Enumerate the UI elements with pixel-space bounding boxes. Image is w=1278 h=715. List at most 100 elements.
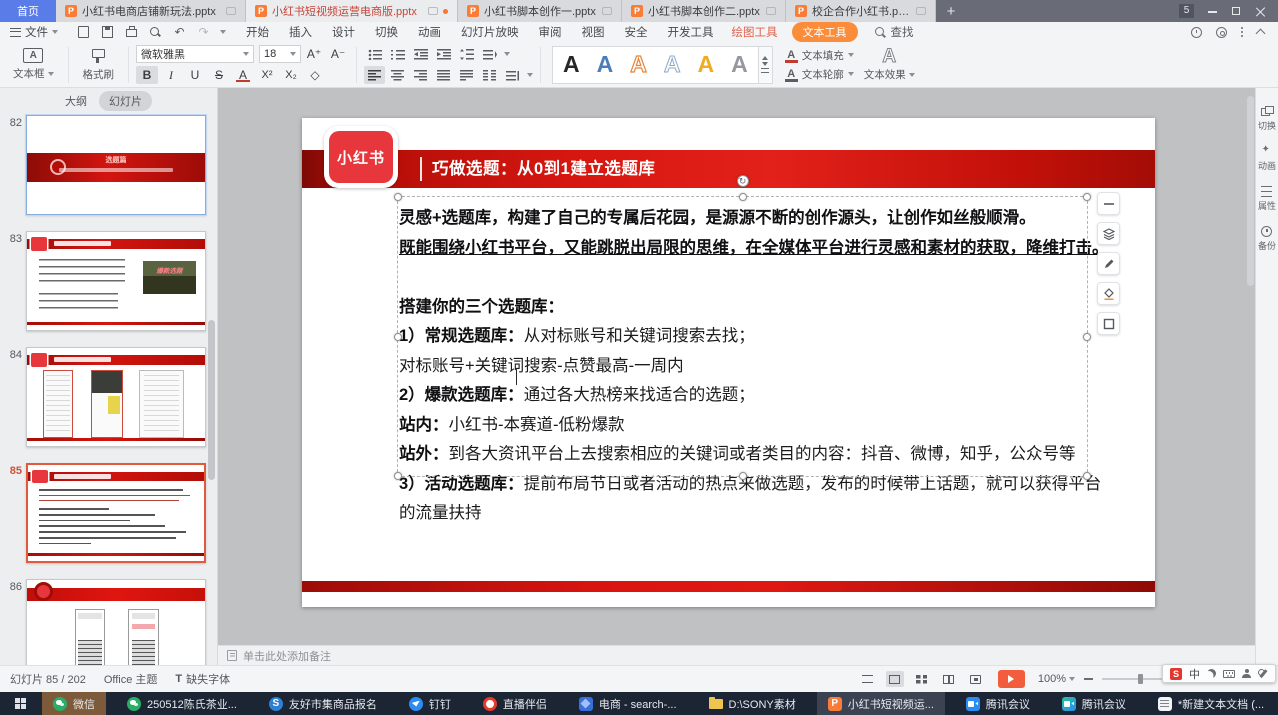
- resize-handle-top-center[interactable]: [739, 193, 747, 201]
- taskbar-item[interactable]: *新建文本文档 (...: [1147, 692, 1275, 715]
- text-direction-button[interactable]: [479, 45, 500, 63]
- slides-tab[interactable]: 幻灯片: [99, 91, 152, 111]
- strikethrough-button[interactable]: S: [208, 66, 230, 84]
- slide-thumbnail[interactable]: [26, 347, 206, 447]
- redo-icon[interactable]: ↷: [196, 25, 211, 39]
- backup-panel-button[interactable]: 备份: [1258, 226, 1276, 252]
- paragraph-settings-button[interactable]: [502, 66, 523, 84]
- align-left-button[interactable]: [364, 66, 385, 84]
- ribbon-tab[interactable]: 开始: [236, 24, 279, 40]
- chevron-down-icon[interactable]: [527, 73, 533, 77]
- print-icon[interactable]: [124, 25, 139, 39]
- find-button[interactable]: 查找: [874, 24, 914, 40]
- collapse-ribbon-icon[interactable]: [1256, 29, 1266, 39]
- wordart-style-gray[interactable]: A: [731, 53, 748, 76]
- ime-logo-icon[interactable]: S: [1170, 668, 1182, 680]
- properties-panel-button[interactable]: 属性: [1258, 186, 1276, 212]
- home-button[interactable]: 首页: [0, 0, 56, 22]
- slide-thumbnail[interactable]: [26, 463, 206, 563]
- minimize-icon[interactable]: [1207, 6, 1218, 17]
- wordart-style-blue[interactable]: A: [597, 53, 614, 76]
- file-tab[interactable]: 小红书脚本创作一.pptx: [458, 0, 622, 22]
- bullet-list-button[interactable]: [364, 45, 385, 63]
- increase-font-button[interactable]: A⁺: [303, 45, 325, 63]
- fill-color-button[interactable]: [1097, 282, 1120, 305]
- more-options-icon[interactable]: [1241, 31, 1243, 33]
- font-name-select[interactable]: 微软雅黑: [136, 45, 254, 63]
- canvas-scrollbar[interactable]: [1247, 96, 1254, 286]
- text-outline-button[interactable]: A 文本轮廓: [785, 67, 854, 82]
- taskbar-item[interactable]: 腾讯会议: [955, 692, 1041, 715]
- clear-format-button[interactable]: ◇: [304, 66, 326, 84]
- open-icon[interactable]: [76, 25, 91, 39]
- decrease-indent-button[interactable]: [410, 45, 431, 63]
- wordart-style-white-outline[interactable]: A: [664, 53, 681, 76]
- taskbar-item[interactable]: 直播伴侣: [472, 692, 558, 715]
- customize-toolbar-icon[interactable]: [220, 30, 226, 34]
- ribbon-tab[interactable]: 安全: [615, 24, 658, 40]
- reading-view-button[interactable]: [940, 671, 958, 687]
- close-icon[interactable]: [1255, 6, 1266, 17]
- xiaohongshu-logo-card[interactable]: 小红书: [324, 126, 398, 188]
- frame-outline-button[interactable]: [1097, 312, 1120, 335]
- ribbon-tab[interactable]: 切换: [365, 24, 408, 40]
- theme-indicator[interactable]: Office 主题: [104, 671, 158, 687]
- slide-thumbnail[interactable]: 爆款选题: [26, 231, 206, 331]
- columns-button[interactable]: [479, 66, 500, 84]
- zoom-out-button[interactable]: [1084, 678, 1093, 680]
- ime-mode-toggle[interactable]: 中: [1189, 666, 1200, 682]
- missing-font-indicator[interactable]: T 缺失字体: [175, 671, 230, 687]
- slideshow-play-button[interactable]: [998, 670, 1025, 688]
- layers-button[interactable]: [1097, 222, 1120, 245]
- italic-button[interactable]: I: [160, 66, 182, 84]
- file-tab[interactable]: 小红书电商店铺新玩法.pptx: [56, 0, 246, 22]
- zoom-slider-thumb[interactable]: [1138, 674, 1143, 684]
- font-size-select[interactable]: 18: [259, 45, 301, 63]
- subscript-button[interactable]: X₂: [280, 66, 302, 84]
- undo-icon[interactable]: ↶: [172, 25, 187, 39]
- animation-panel-button[interactable]: 动画: [1258, 146, 1276, 172]
- ribbon-tab[interactable]: 审阅: [529, 24, 572, 40]
- slide-body-textbox[interactable]: 灵感+选题库，构建了自己的专属后花园，是源源不断的创作源头，让创作如丝般顺滑。既…: [399, 204, 1111, 529]
- font-color-button[interactable]: A: [232, 66, 254, 84]
- format-painter-button[interactable]: 格式刷: [76, 48, 122, 82]
- transition-panel-button[interactable]: 切换: [1258, 106, 1276, 132]
- decrease-font-button[interactable]: A⁻: [327, 45, 349, 63]
- numbered-list-button[interactable]: [387, 45, 408, 63]
- ribbon-tab[interactable]: 视图: [572, 24, 615, 40]
- justify-button[interactable]: [433, 66, 454, 84]
- file-tab[interactable]: 小红书短视频运营电商版.pptx: [246, 0, 458, 22]
- presenter-view-button[interactable]: [967, 671, 985, 687]
- start-button[interactable]: [0, 692, 42, 715]
- resize-handle-top-left[interactable]: [394, 193, 402, 201]
- wordart-style-black[interactable]: A: [563, 53, 580, 76]
- align-right-button[interactable]: [410, 66, 431, 84]
- file-tab[interactable]: 校企合作小红书.pptx: [786, 0, 936, 22]
- ime-settings-icon[interactable]: [1258, 669, 1268, 679]
- moon-icon[interactable]: [1207, 669, 1216, 678]
- text-fill-button[interactable]: A 文本填充: [785, 48, 854, 63]
- resize-handle-top-right[interactable]: [1083, 193, 1091, 201]
- ribbon-tab[interactable]: 设计: [322, 24, 365, 40]
- new-tab-button[interactable]: +: [936, 0, 966, 22]
- file-tab[interactable]: 小红书脚本创作二.pptx: [622, 0, 786, 22]
- text-effects-button[interactable]: A 文本效果: [864, 47, 915, 82]
- save-icon[interactable]: [100, 25, 115, 39]
- edit-pencil-button[interactable]: [1097, 252, 1120, 275]
- outline-tab[interactable]: 大纲: [65, 93, 87, 109]
- slide-title-banner[interactable]: 巧做选题：从0到1建立选题库: [302, 150, 1155, 188]
- print-preview-icon[interactable]: [148, 25, 163, 39]
- slide-canvas[interactable]: 巧做选题：从0到1建立选题库 小红书 灵感+选题库，构建了自己的专属后花园，是源…: [218, 88, 1255, 645]
- slide-thumbnail[interactable]: 选题篇: [26, 115, 206, 215]
- taskbar-item[interactable]: 友好市集商品报名: [258, 692, 388, 715]
- ribbon-tab[interactable]: 幻灯片放映: [451, 24, 529, 40]
- gear-icon[interactable]: [1216, 27, 1227, 38]
- wordart-style-gold[interactable]: A: [698, 53, 715, 76]
- taskbar-item[interactable]: 250512陈氏茶业...: [116, 692, 248, 715]
- session-count-badge[interactable]: 5: [1179, 4, 1194, 18]
- ribbon-tab[interactable]: 开发工具: [658, 24, 724, 40]
- zoom-level-dropdown[interactable]: 100%: [1038, 673, 1075, 685]
- collapse-toolbar-button[interactable]: [1097, 192, 1120, 215]
- line-spacing-button[interactable]: [456, 45, 477, 63]
- notes-toggle-button[interactable]: [859, 671, 877, 687]
